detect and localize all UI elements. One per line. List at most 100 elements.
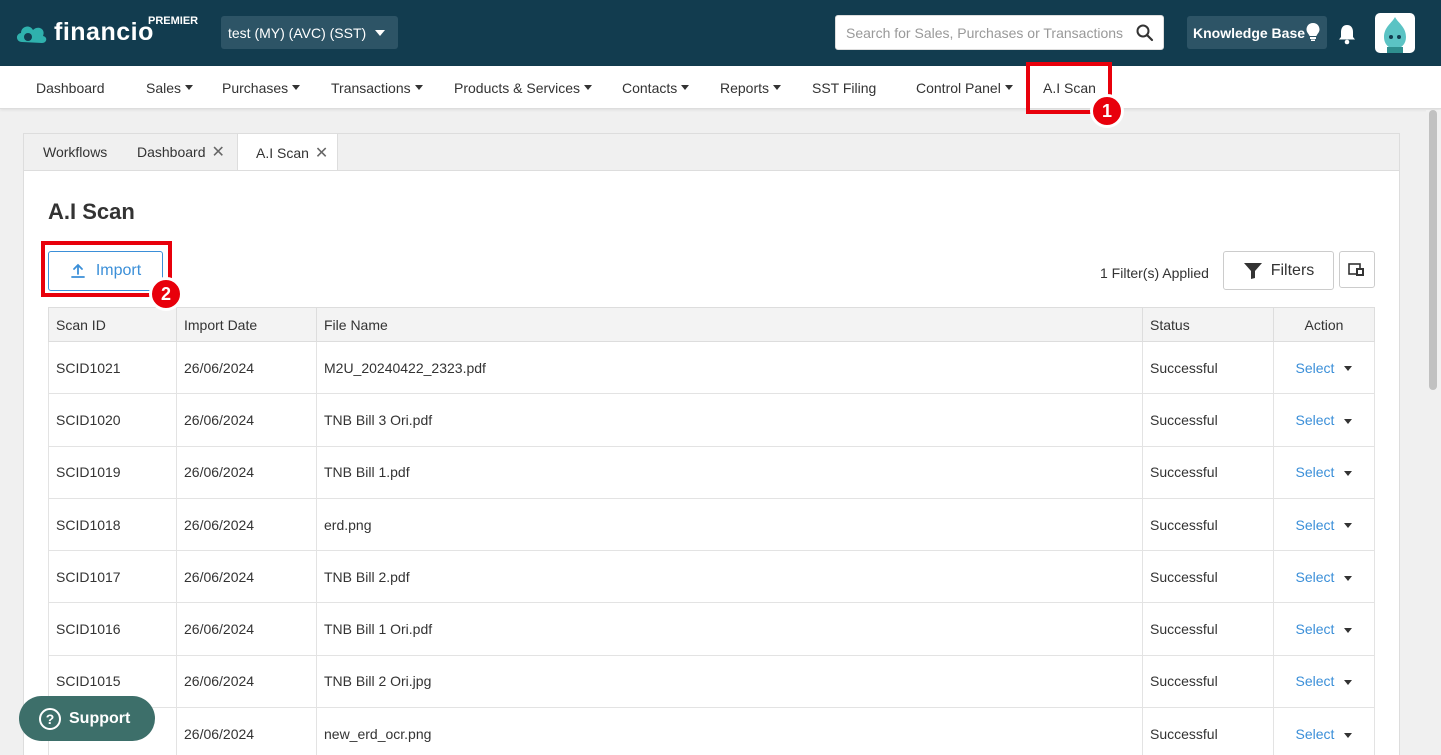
page-scrollbar[interactable] <box>1426 110 1441 755</box>
table-row[interactable]: SCID1015 26/06/2024 TNB Bill 2 Ori.jpg S… <box>48 654 1375 709</box>
step-number: 2 <box>160 283 171 304</box>
action-select-dropdown[interactable]: Select <box>1296 412 1353 428</box>
nav-control-panel[interactable]: Control Panel <box>916 66 1013 109</box>
support-label: Support <box>69 709 131 727</box>
caret-down-icon <box>1004 85 1013 90</box>
table-row[interactable]: SCID1016 26/06/2024 TNB Bill 1 Ori.pdf S… <box>48 602 1375 656</box>
table-row[interactable]: SCID1019 26/06/2024 TNB Bill 1.pdf Succe… <box>48 445 1375 499</box>
nav-sst-filing[interactable]: SST Filing <box>812 66 876 109</box>
column-header-scan-id[interactable]: Scan ID <box>48 307 177 342</box>
action-select-dropdown[interactable]: Select <box>1296 517 1353 533</box>
select-label: Select <box>1295 621 1335 638</box>
nav-label: Products & Services <box>454 79 581 96</box>
caret-down-icon <box>292 85 301 90</box>
tab-ai-scan[interactable]: A.I Scan ✕ <box>237 134 338 171</box>
action-cell: Select <box>1273 340 1375 395</box>
global-search[interactable] <box>835 15 1164 50</box>
column-header-import-date[interactable]: Import Date <box>176 307 317 342</box>
nav-reports[interactable]: Reports <box>720 66 782 109</box>
help-question-icon: ? <box>39 707 61 730</box>
nav-label: Sales <box>146 79 182 96</box>
file-name-cell: erd.png <box>316 497 1143 552</box>
caret-down-icon <box>1344 627 1353 633</box>
nav-label: Purchases <box>222 79 289 96</box>
import-date-cell: 26/06/2024 <box>176 340 317 395</box>
user-avatar[interactable] <box>1375 13 1415 53</box>
table-row[interactable]: SCID1018 26/06/2024 erd.png Successful S… <box>48 497 1375 552</box>
table-row[interactable]: SCID1017 26/06/2024 TNB Bill 2.pdf Succe… <box>48 550 1375 604</box>
action-select-dropdown[interactable]: Select <box>1296 360 1353 376</box>
import-date-cell: 26/06/2024 <box>176 393 317 447</box>
scrollbar-thumb[interactable] <box>1429 110 1437 390</box>
nav-dashboard[interactable]: Dashboard <box>36 66 105 109</box>
nav-transactions[interactable]: Transactions <box>331 66 423 109</box>
filters-button[interactable]: Filters <box>1223 251 1334 290</box>
file-name-cell: M2U_20240422_2323.pdf <box>316 340 1143 395</box>
action-cell: Select <box>1273 445 1375 499</box>
table-row[interactable]: SCID1021 26/06/2024 M2U_20240422_2323.pd… <box>48 340 1375 395</box>
select-label: Select <box>1295 568 1335 585</box>
scan-table: Scan ID Import Date File Name Status Act… <box>48 307 1375 755</box>
import-date-cell: 26/06/2024 <box>176 602 317 656</box>
action-cell: Select <box>1273 654 1375 709</box>
nav-purchases[interactable]: Purchases <box>222 66 301 109</box>
caret-down-icon <box>1344 418 1353 424</box>
financio-logo[interactable]: financio <box>14 18 154 47</box>
action-select-dropdown[interactable]: Select <box>1296 673 1353 689</box>
tab-label: Workflows <box>43 144 108 160</box>
table-row[interactable]: SCID1020 26/06/2024 TNB Bill 3 Ori.pdf S… <box>48 393 1375 447</box>
search-icon[interactable] <box>1135 23 1155 43</box>
caret-down-icon <box>1344 680 1353 686</box>
caret-down-icon <box>1344 471 1353 477</box>
scan-id-cell: SCID1016 <box>48 602 177 656</box>
nav-label: Transactions <box>331 79 411 96</box>
top-header: financio PREMIER test (MY) (AVC) (SST) K… <box>0 0 1441 66</box>
nav-label: Control Panel <box>916 79 1001 96</box>
tab-workflows[interactable]: Workflows <box>43 134 107 170</box>
select-label: Select <box>1295 464 1335 481</box>
status-cell: Successful <box>1142 340 1274 395</box>
action-cell: Select <box>1273 393 1375 447</box>
close-icon[interactable]: ✕ <box>315 143 328 163</box>
import-date-cell: 26/06/2024 <box>176 445 317 499</box>
action-cell: Select <box>1273 497 1375 552</box>
action-select-dropdown[interactable]: Select <box>1296 726 1353 742</box>
workspace-tabs: Workflows Dashboard ✕ A.I Scan ✕ <box>23 133 1400 171</box>
column-header-status[interactable]: Status <box>1142 307 1274 342</box>
table-row[interactable]: 26/06/2024 new_erd_ocr.png Successful Se… <box>48 707 1375 755</box>
action-select-dropdown[interactable]: Select <box>1296 464 1353 480</box>
notification-bell-icon[interactable] <box>1337 23 1357 45</box>
column-settings-button[interactable] <box>1339 251 1375 288</box>
lightbulb-icon <box>1306 23 1320 41</box>
company-selector[interactable]: test (MY) (AVC) (SST) <box>221 16 398 49</box>
nav-label: SST Filing <box>812 79 877 96</box>
ai-scan-panel: A.I Scan Import 1 Filter(s) Applied Filt… <box>23 170 1400 755</box>
support-button[interactable]: ? Support <box>19 696 155 741</box>
cloud-logo-icon <box>16 25 47 43</box>
knowledge-base-label: Knowledge Base <box>1193 24 1306 41</box>
action-select-dropdown[interactable]: Select <box>1296 569 1353 585</box>
caret-down-icon <box>773 85 782 90</box>
file-name-cell: TNB Bill 1.pdf <box>316 445 1143 499</box>
close-icon[interactable]: ✕ <box>212 142 225 162</box>
column-header-file-name[interactable]: File Name <box>316 307 1143 342</box>
tab-dashboard[interactable]: Dashboard ✕ <box>137 134 225 170</box>
action-cell: Select <box>1273 707 1375 755</box>
scan-id-cell: SCID1020 <box>48 393 177 447</box>
nav-contacts[interactable]: Contacts <box>622 66 690 109</box>
caret-down-icon <box>584 85 593 90</box>
search-input[interactable] <box>836 16 1126 49</box>
status-cell: Successful <box>1142 393 1274 447</box>
page-title: A.I Scan <box>48 199 135 224</box>
import-date-cell: 26/06/2024 <box>176 497 317 552</box>
status-cell: Successful <box>1142 707 1274 755</box>
nav-sales[interactable]: Sales <box>146 66 194 109</box>
action-cell: Select <box>1273 550 1375 604</box>
caret-down-icon <box>414 85 423 90</box>
knowledge-base-button[interactable]: Knowledge Base <box>1187 16 1327 49</box>
scan-id-cell: SCID1017 <box>48 550 177 604</box>
action-select-dropdown[interactable]: Select <box>1296 621 1353 637</box>
nav-products-services[interactable]: Products & Services <box>454 66 593 109</box>
column-header-action: Action <box>1273 307 1375 342</box>
tab-label: Dashboard <box>137 144 206 160</box>
